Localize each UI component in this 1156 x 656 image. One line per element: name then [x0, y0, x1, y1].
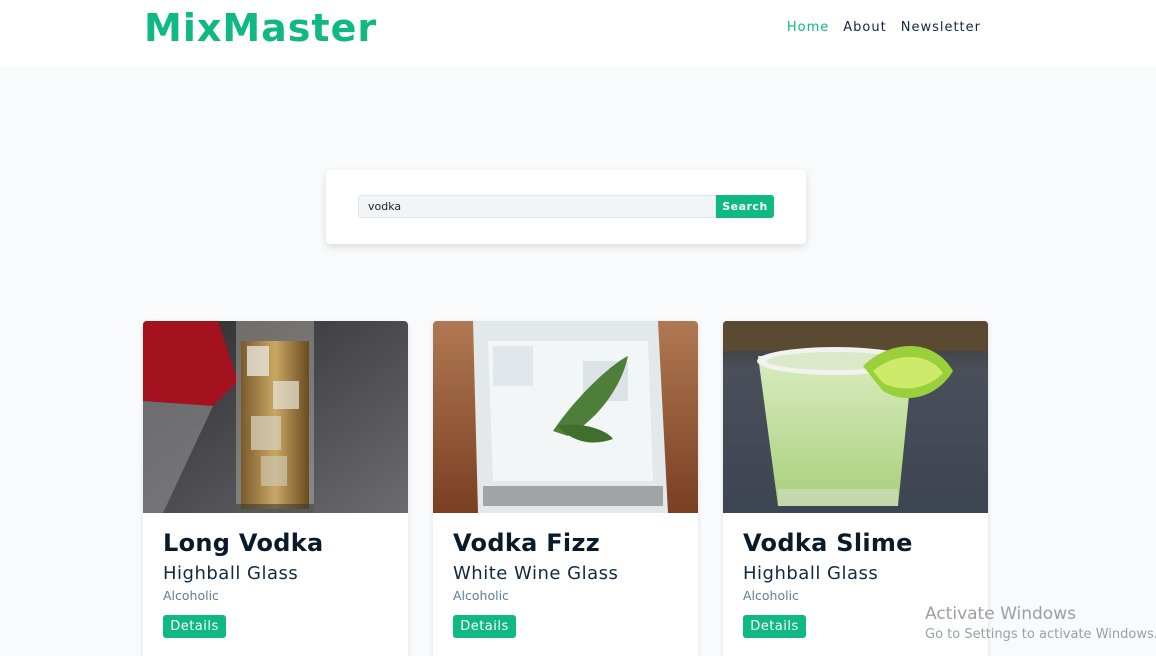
nav-link-newsletter[interactable]: Newsletter — [901, 20, 981, 35]
cocktail-glass: Highball Glass — [163, 563, 299, 584]
watermark-title: Activate Windows — [925, 604, 1076, 624]
cocktail-image — [433, 321, 698, 513]
search-input[interactable] — [358, 195, 716, 218]
cocktail-glass: White Wine Glass — [453, 563, 619, 584]
nav-link-about[interactable]: About — [843, 20, 886, 35]
cocktail-type: Alcoholic — [163, 588, 219, 603]
cocktail-name: Vodka Fizz — [453, 529, 600, 557]
cocktail-name: Long Vodka — [163, 529, 324, 557]
cocktail-name: Vodka Slime — [743, 529, 913, 557]
cocktail-image — [143, 321, 408, 513]
cocktail-glass: Highball Glass — [743, 563, 879, 584]
cocktail-type: Alcoholic — [743, 588, 799, 603]
search-button[interactable]: Search — [716, 195, 774, 218]
cocktail-card: Vodka Fizz White Wine Glass Alcoholic De… — [433, 321, 698, 656]
nav-links: Home About Newsletter — [773, 20, 981, 35]
details-button[interactable]: Details — [743, 615, 806, 638]
navbar: MixMaster Home About Newsletter — [0, 0, 1156, 67]
watermark-subtitle: Go to Settings to activate Windows. — [925, 627, 1156, 642]
brand-logo[interactable]: MixMaster — [144, 6, 377, 50]
activate-windows-watermark: Activate Windows Go to Settings to activ… — [925, 604, 1156, 642]
cocktail-image — [723, 321, 988, 513]
cocktail-card: Long Vodka Highball Glass Alcoholic Deta… — [143, 321, 408, 656]
search-form: Search — [326, 170, 806, 244]
details-button[interactable]: Details — [163, 615, 226, 638]
cocktail-type: Alcoholic — [453, 588, 509, 603]
details-button[interactable]: Details — [453, 615, 516, 638]
nav-link-home[interactable]: Home — [787, 20, 829, 35]
